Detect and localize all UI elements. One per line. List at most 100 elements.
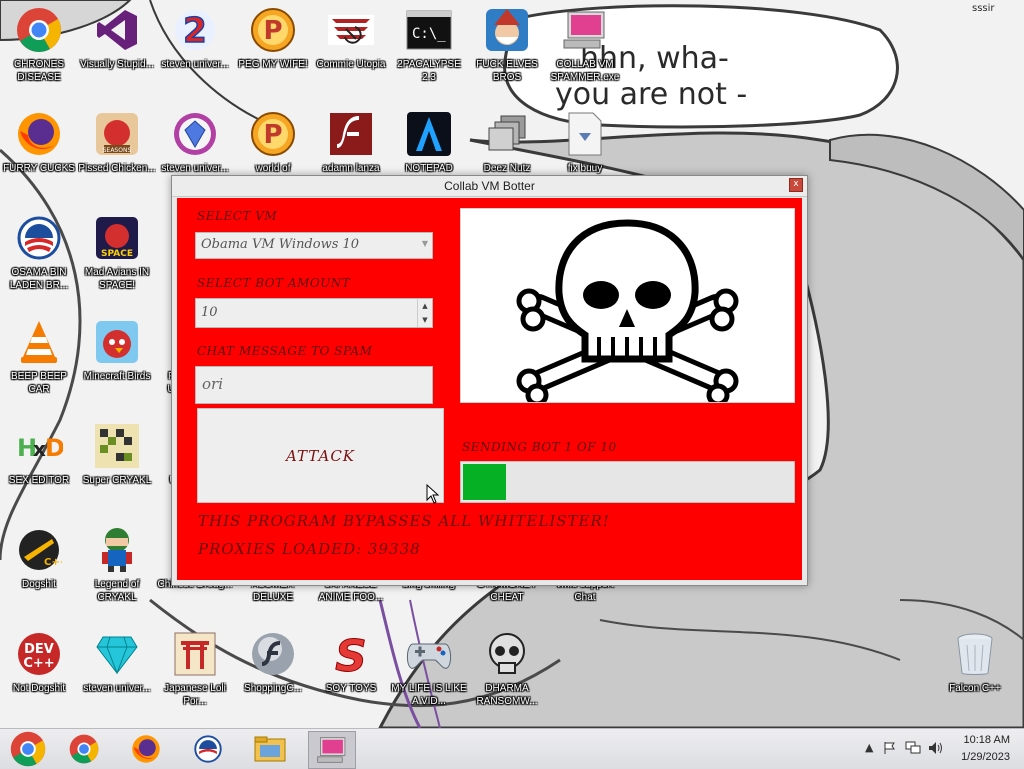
- collab-vm-botter-window: Collab VM Botter x SELECT VM Obama VM Wi…: [171, 175, 808, 586]
- bot-amount-label: SELECT BOT AMOUNT: [197, 276, 351, 290]
- desktop-icon-label: Not Dogshit: [12, 683, 66, 694]
- peggle-icon: P: [251, 112, 295, 156]
- desktop-icon-2pacalypse[interactable]: C:\_ 2PACALYPSE 2.3: [390, 0, 468, 100]
- chrome-icon: [69, 734, 99, 764]
- desktop-icon-label: steven univer...: [161, 163, 229, 174]
- desktop-icon-label: ShoppingC...: [244, 683, 302, 694]
- desktop-icon-my-life[interactable]: MY LIFE IS LIKE A VID...: [390, 624, 468, 724]
- desktop-icon-shopping[interactable]: ShoppingC...: [234, 624, 312, 724]
- code-blocks-icon: C++: [19, 530, 62, 570]
- hxd-icon: Hx D: [17, 434, 63, 462]
- ninja-icon: [102, 528, 132, 572]
- desktop-icon-label: BEEP BEEP CAR: [11, 371, 67, 395]
- desktop-icon-soy-toys[interactable]: S SOY TOYS: [312, 624, 390, 724]
- svg-text:SEASONS: SEASONS: [103, 147, 132, 154]
- obama-logo-icon: [17, 216, 61, 260]
- chevron-down-icon[interactable]: ▼: [422, 239, 428, 248]
- bot-amount-value: 10: [201, 305, 218, 320]
- chevron-up-icon[interactable]: ▲: [865, 741, 873, 754]
- desktop-icon-steven-3[interactable]: steven univer...: [78, 624, 156, 724]
- desktop-icon-steven-1[interactable]: 2 steven univer...: [156, 0, 234, 100]
- desktop-icon-label: Visually Stupid...: [80, 59, 154, 70]
- desktop-icon-elves[interactable]: FUCK ELVES BROS: [468, 0, 546, 100]
- vlc-icon: [21, 321, 57, 363]
- desktop-icon-spammer[interactable]: COLLAB VM SPAMMER.exe: [546, 0, 624, 100]
- taskbar-app-file-explorer[interactable]: [248, 731, 292, 767]
- start-button[interactable]: [2, 731, 54, 767]
- taskbar-clock[interactable]: 10:18 AM 1/29/2023: [961, 732, 1010, 766]
- skull-crossbones-icon: [516, 219, 739, 407]
- desktop-icon-label: COLLAB VM SPAMMER.exe: [550, 59, 620, 83]
- desktop-icon-seasons[interactable]: SEASONS Pissed Chicken...: [78, 104, 156, 204]
- desktop-icon-label: adamn lanza: [322, 163, 380, 174]
- desktop-icon-label: SOY TOYS: [325, 683, 377, 694]
- svg-text:S: S: [335, 631, 367, 677]
- svg-text:D: D: [45, 434, 63, 462]
- svg-text:P: P: [263, 120, 282, 150]
- desktop-icon-firefox[interactable]: FURRY CUCKS: [0, 104, 78, 204]
- stepper-down-icon[interactable]: ▼: [418, 313, 432, 327]
- desktop-icon-label: Pissed Chicken...: [78, 163, 156, 174]
- chrome-icon: [17, 8, 61, 52]
- skull-image-panel: [460, 208, 795, 407]
- desktop-icon-obama[interactable]: OSAMA BIN LADEN BR...: [0, 208, 78, 308]
- desktop-icon-visual-studio[interactable]: Visually Stupid...: [78, 0, 156, 100]
- desktop-icon-label: fix buuy: [567, 163, 603, 174]
- desktop-icon-chrome[interactable]: CHRONES DISEASE: [0, 0, 78, 100]
- progress-bar: [460, 461, 795, 503]
- svg-text:C++: C++: [23, 656, 54, 671]
- desktop-icon-label: OSAMA BIN LADEN BR...: [9, 267, 69, 291]
- desktop-icon-dogshit[interactable]: C++ Dogshit: [0, 520, 78, 620]
- svg-text:DEV: DEV: [24, 642, 54, 657]
- bot-amount-stepper[interactable]: 10 ▲ ▼: [195, 298, 433, 328]
- speaker-icon[interactable]: [928, 741, 944, 755]
- gem-icon: [174, 113, 216, 155]
- desktop-icon-commie-utopia[interactable]: Commie Utopia: [312, 0, 390, 100]
- hammer-sickle-icon: [328, 15, 374, 45]
- desktop-icon-dev-cpp[interactable]: DEV C++ Not Dogshit: [0, 624, 78, 724]
- desktop-icon-label: Falcon C++: [949, 683, 1001, 694]
- stepper-up-icon[interactable]: ▲: [418, 299, 432, 313]
- taskbar-app-obama[interactable]: [186, 731, 230, 767]
- desktop-icon-hxd[interactable]: HxD SEX EDITOR: [0, 416, 78, 516]
- taskbar-app-chrome[interactable]: [62, 731, 106, 767]
- network-icon[interactable]: [905, 741, 921, 755]
- desktop-icon-label: Japanese Loli Por...: [164, 683, 226, 707]
- desktop-icon-label: SEX EDITOR: [8, 475, 70, 486]
- system-tray: ▲: [865, 741, 944, 755]
- attack-button[interactable]: ATTACK: [197, 408, 444, 503]
- desktop-icon-label: DHARMA RANSOMW...: [476, 683, 538, 707]
- desktop-icon-dharma[interactable]: DHARMA RANSOMW...: [468, 624, 546, 724]
- flash-icon: [330, 113, 372, 155]
- svg-text:P: P: [263, 16, 282, 46]
- notepad-icon: [407, 112, 451, 156]
- vm-select-value: Obama VM Windows 10: [201, 237, 360, 252]
- chrome-icon: [10, 731, 46, 767]
- desktop-icon-label: world of: [255, 163, 291, 174]
- svg-text:C:\_: C:\_: [412, 26, 446, 42]
- close-button[interactable]: x: [789, 178, 803, 192]
- svg-text:SPACE: SPACE: [101, 249, 133, 259]
- artist-signature: sssir: [972, 3, 995, 14]
- desktop-icon-peggle-1[interactable]: P PEG MY WIFE!: [234, 0, 312, 100]
- desktop-icon-label: Legend of CRYAKL: [94, 579, 140, 603]
- desktop-icon-label: CHRONES DISEASE: [13, 59, 64, 83]
- desktop-icon-label: FURRY CUCKS: [3, 163, 75, 174]
- desktop-icon-label: Commie Utopia: [316, 59, 386, 70]
- taskbar-app-firefox[interactable]: [124, 731, 168, 767]
- window-titlebar[interactable]: Collab VM Botter x: [172, 176, 807, 197]
- chat-message-input[interactable]: ori: [195, 366, 433, 404]
- desktop-icon-legend-cryakl[interactable]: Legend of CRYAKL: [78, 520, 156, 620]
- vm-select[interactable]: Obama VM Windows 10 ▼: [195, 232, 433, 259]
- desktop-icon-japanese[interactable]: Japanese Loli Por...: [156, 624, 234, 724]
- flag-icon[interactable]: [883, 741, 897, 755]
- desktop-icon-vlc[interactable]: BEEP BEEP CAR: [0, 312, 78, 412]
- window-title: Collab VM Botter: [444, 179, 535, 193]
- desktop-icon-label: Dogshit: [22, 579, 56, 590]
- desktop-icon-label: NOTEPAD: [405, 163, 453, 174]
- desktop-icon-recycle-bin[interactable]: Falcon C++: [936, 624, 1014, 724]
- angry-birds-seasons-icon: SEASONS: [96, 113, 138, 155]
- taskbar: ▲ 10:18 AM 1/29/2023: [0, 728, 1024, 769]
- proxies-loaded-text: PROXIES LOADED: 39338: [198, 540, 421, 558]
- taskbar-app-spammer[interactable]: [308, 731, 356, 769]
